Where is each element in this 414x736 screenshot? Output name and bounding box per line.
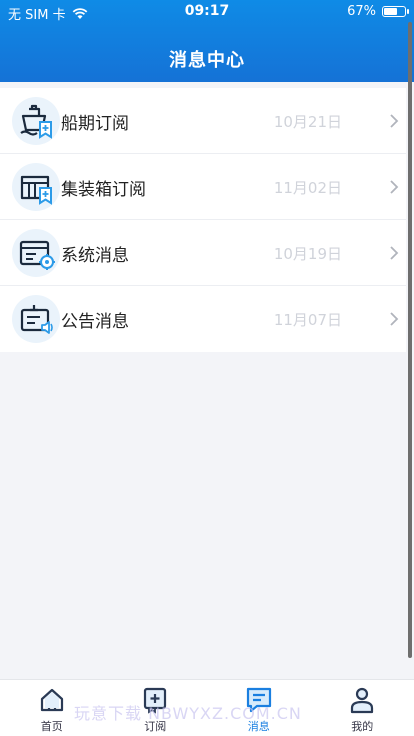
message-row-system[interactable]: 系统消息 10月19日 bbox=[0, 220, 406, 286]
status-right: 67% bbox=[347, 4, 409, 19]
tab-bar: 首页 订阅 消息 我的 玩意下载 NBWYXZ.COM.CN bbox=[0, 679, 414, 736]
tab-label: 订阅 bbox=[144, 720, 167, 733]
tab-profile[interactable]: 我的 bbox=[311, 680, 414, 736]
system-settings-icon bbox=[12, 229, 60, 277]
status-bar: 无 SIM 卡 09:17 67% bbox=[0, 0, 414, 24]
message-row-container-subscription[interactable]: 集装箱订阅 11月02日 bbox=[0, 154, 406, 220]
chevron-right-icon bbox=[390, 180, 399, 194]
message-row-ship-subscription[interactable]: 船期订阅 10月21日 bbox=[0, 88, 406, 154]
chevron-right-icon bbox=[390, 312, 399, 326]
ship-bookmark-icon bbox=[12, 97, 60, 145]
page-title: 消息中心 bbox=[169, 50, 245, 71]
message-row-label: 系统消息 bbox=[61, 246, 129, 266]
tab-label: 首页 bbox=[40, 720, 63, 733]
chevron-right-icon bbox=[390, 114, 399, 128]
chevron-right-icon bbox=[390, 246, 399, 260]
home-icon bbox=[40, 688, 63, 712]
tab-home[interactable]: 首页 bbox=[0, 680, 104, 736]
battery-icon bbox=[382, 6, 409, 17]
container-bookmark-icon bbox=[12, 163, 60, 211]
message-row-announcement[interactable]: 公告消息 11月07日 bbox=[0, 286, 406, 352]
announcement-icon bbox=[12, 295, 60, 343]
tab-label: 我的 bbox=[351, 720, 374, 733]
tab-label: 消息 bbox=[247, 720, 270, 733]
profile-icon bbox=[351, 687, 374, 714]
message-icon bbox=[246, 687, 271, 713]
battery-percent: 67% bbox=[347, 4, 376, 19]
message-row-date: 10月19日 bbox=[273, 245, 342, 263]
subscribe-icon bbox=[144, 687, 167, 714]
message-row-label: 船期订阅 bbox=[61, 114, 129, 134]
message-row-date: 10月21日 bbox=[273, 113, 342, 131]
header: 无 SIM 卡 09:17 67% 消息中心 bbox=[0, 0, 414, 82]
tab-messages[interactable]: 消息 bbox=[207, 680, 311, 736]
message-row-date: 11月07日 bbox=[273, 311, 342, 329]
message-row-label: 公告消息 bbox=[61, 312, 129, 332]
message-list: 船期订阅 10月21日 集装箱订阅 11月02日 系统消息 10月19日 公告消… bbox=[0, 88, 406, 352]
message-row-label: 集装箱订阅 bbox=[61, 180, 146, 200]
message-row-date: 11月02日 bbox=[273, 179, 342, 197]
tab-subscribe[interactable]: 订阅 bbox=[104, 680, 208, 736]
scrollbar[interactable] bbox=[408, 22, 412, 658]
